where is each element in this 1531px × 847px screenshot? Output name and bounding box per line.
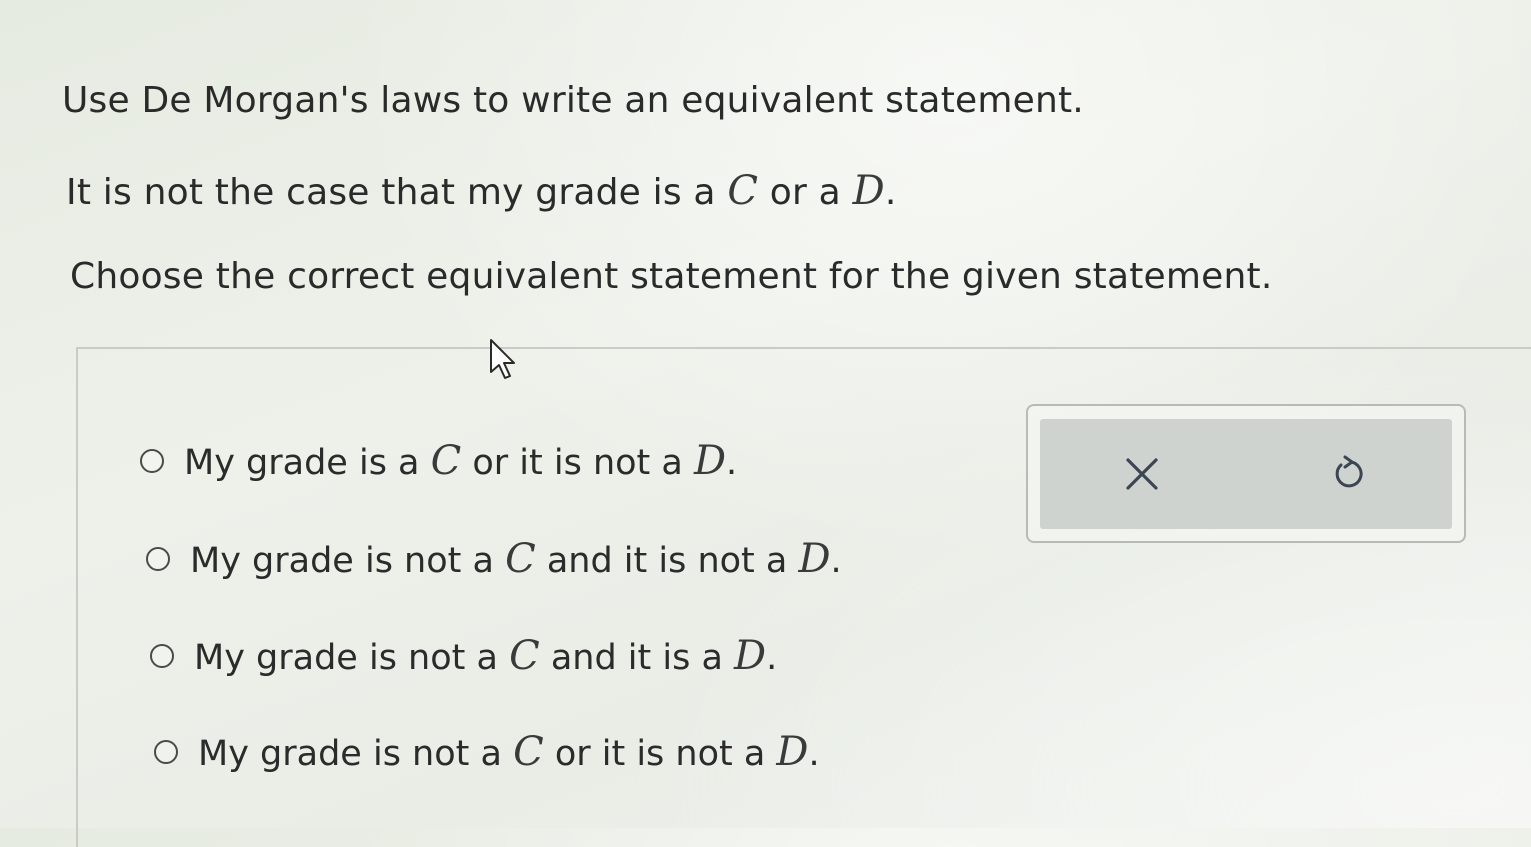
close-icon <box>1126 458 1158 490</box>
question-statement: It is not the case that my grade is a C … <box>66 168 897 214</box>
statement-middle: or a <box>758 172 853 213</box>
radio-button[interactable] <box>154 740 178 764</box>
question-instruction: Use De Morgan's laws to write an equival… <box>62 80 1084 121</box>
statement-var-c: C <box>727 168 759 214</box>
question-prompt: Choose the correct equivalent statement … <box>70 256 1273 297</box>
option-label: My grade is not a C and it is a D. <box>194 633 778 679</box>
statement-suffix: . <box>884 172 897 213</box>
answer-option-4[interactable]: My grade is not a C or it is not a D. <box>154 729 820 775</box>
option-label: My grade is not a C and it is not a D. <box>190 536 842 582</box>
undo-icon <box>1335 455 1363 488</box>
statement-prefix: It is not the case that my grade is a <box>66 172 728 213</box>
statement-var-d: D <box>852 168 885 214</box>
option-label: My grade is a C or it is not a D. <box>184 438 738 484</box>
answer-option-2[interactable]: My grade is not a C and it is not a D. <box>146 536 842 582</box>
answer-tools-bar <box>1040 419 1452 529</box>
undo-button[interactable] <box>1318 444 1378 504</box>
answer-option-1[interactable]: My grade is a C or it is not a D. <box>140 438 737 484</box>
radio-button[interactable] <box>146 547 170 571</box>
mouse-pointer-icon <box>490 339 515 379</box>
clear-button[interactable] <box>1112 444 1172 504</box>
radio-button[interactable] <box>150 644 174 668</box>
option-label: My grade is not a C or it is not a D. <box>198 729 820 775</box>
radio-button[interactable] <box>140 449 164 473</box>
answer-option-3[interactable]: My grade is not a C and it is a D. <box>150 633 777 679</box>
